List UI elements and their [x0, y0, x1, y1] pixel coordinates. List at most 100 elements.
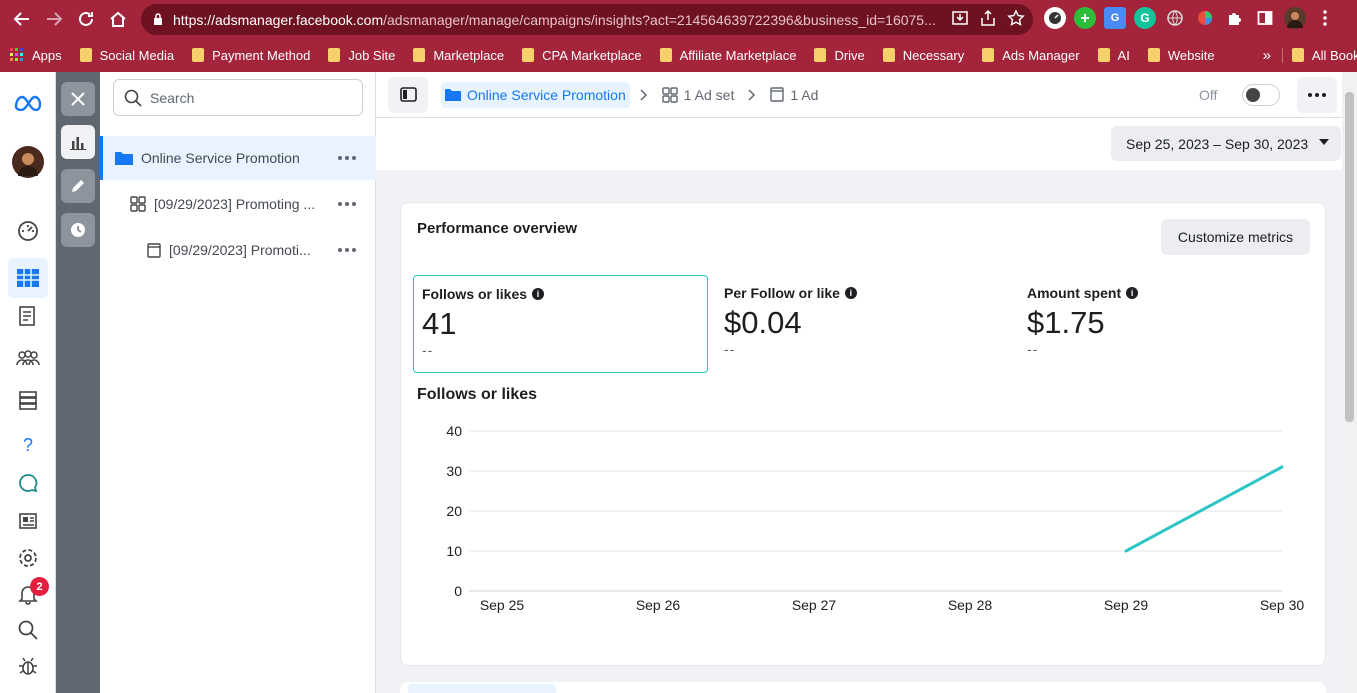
avatar[interactable] [12, 146, 44, 178]
folder-icon [328, 48, 341, 62]
notification-badge: 2 [30, 577, 49, 596]
campaign-on-off-toggle[interactable] [1242, 84, 1280, 106]
profile-avatar-icon[interactable] [1284, 7, 1306, 29]
news-icon[interactable] [12, 505, 44, 537]
bookmark-folder[interactable]: Payment Method [183, 48, 319, 63]
bookmark-folder[interactable]: AI [1089, 48, 1139, 63]
settings-gear-icon[interactable] [12, 542, 44, 574]
bookmark-apps[interactable]: Apps [0, 48, 71, 63]
bookmark-folder[interactable]: CPA Marketplace [513, 48, 650, 63]
reload-icon[interactable] [70, 3, 102, 35]
share-icon[interactable] [979, 9, 997, 27]
folder-icon [115, 151, 133, 166]
metric-comparison: -- [1027, 341, 1039, 357]
puzzle-icon[interactable] [1224, 7, 1246, 29]
x-tick-label: Sep 29 [1104, 597, 1149, 613]
metric-label: Per Follow or like [724, 285, 840, 301]
bookmark-folder[interactable]: Job Site [319, 48, 404, 63]
edit-pencil-icon[interactable] [61, 169, 95, 203]
ads-manager-table-icon[interactable] [8, 258, 48, 298]
history-clock-icon[interactable] [61, 213, 95, 247]
toggle-panel-icon[interactable] [388, 76, 428, 113]
pages-document-icon[interactable] [12, 300, 44, 332]
bookmark-folder[interactable]: Drive [805, 48, 873, 63]
tree-item-ad[interactable]: [09/29/2023] Promoti... [100, 228, 376, 272]
breadcrumb-ad[interactable]: 1 Ad [766, 82, 822, 108]
all-bookmarks-folder[interactable]: All Bookmarks [1281, 47, 1357, 63]
close-icon[interactable] [61, 82, 95, 116]
extension-gauge-icon[interactable] [1044, 7, 1066, 29]
dashboard-gauge-icon[interactable] [12, 215, 44, 247]
search-input[interactable]: Search [113, 79, 363, 116]
breadcrumb-adset[interactable]: 1 Ad set [658, 82, 739, 108]
x-tick-label: Sep 28 [948, 597, 993, 613]
search-icon[interactable] [12, 614, 44, 646]
bookmark-folder[interactable]: Necessary [874, 48, 973, 63]
insights-chart-icon[interactable] [61, 125, 95, 159]
info-icon[interactable]: i [844, 287, 857, 299]
forward-icon[interactable] [38, 3, 70, 35]
more-options-icon[interactable] [338, 156, 356, 160]
ad-page-icon [770, 87, 785, 102]
card-title: Performance overview [417, 220, 578, 237]
customize-metrics-button[interactable]: Customize metrics [1161, 219, 1310, 255]
meta-logo-icon[interactable] [12, 86, 44, 118]
extension-colorful-icon[interactable] [1194, 7, 1216, 29]
x-tick-label: Sep 26 [636, 597, 681, 613]
breadcrumb-label: 1 Ad set [683, 86, 735, 103]
address-bar[interactable]: https://adsmanager.facebook.com/adsmanag… [141, 4, 1033, 35]
grammarly-icon[interactable]: G [1134, 7, 1156, 29]
more-options-button[interactable] [1297, 77, 1337, 113]
bookmark-label: Drive [834, 47, 865, 63]
info-icon[interactable]: i [532, 288, 545, 300]
ad-page-icon [147, 242, 161, 258]
bookmark-folder[interactable]: Marketplace [404, 48, 513, 63]
back-icon[interactable] [6, 3, 38, 35]
bookmark-folder[interactable]: Ads Manager [973, 48, 1088, 63]
bookmark-label: Job Site [348, 47, 396, 63]
audiences-people-icon[interactable] [12, 342, 44, 374]
metric-card-cost-per-follow[interactable]: Per Follow or like i $0.04 -- [716, 275, 1011, 373]
translate-icon[interactable]: G [1104, 7, 1126, 29]
extension-green-icon[interactable] [1074, 7, 1096, 29]
more-bookmarks-button[interactable]: » [1254, 47, 1280, 64]
tree-item-adset[interactable]: [09/29/2023] Promoting ... [100, 182, 376, 226]
date-range-picker[interactable]: Sep 25, 2023 – Sep 30, 2023 [1111, 126, 1341, 161]
bookmark-folder[interactable]: Affiliate Marketplace [651, 48, 806, 63]
kebab-menu-icon[interactable] [1314, 7, 1336, 29]
globe-icon[interactable] [1164, 7, 1186, 29]
tree-item-campaign[interactable]: Online Service Promotion [100, 136, 376, 180]
chat-bubble-icon[interactable] [12, 467, 44, 499]
y-tick-label: 30 [446, 463, 462, 479]
metric-value: $1.75 [1027, 305, 1105, 340]
bookmark-folder[interactable]: Website [1139, 48, 1224, 63]
adset-grid-icon [130, 196, 146, 212]
more-options-icon[interactable] [338, 248, 356, 252]
star-icon[interactable] [1007, 9, 1025, 27]
chevron-right-icon [640, 88, 648, 101]
metric-card-amount-spent[interactable]: Amount spent i $1.75 -- [1019, 275, 1314, 373]
folder-icon [1097, 48, 1110, 62]
tree-item-label: [09/29/2023] Promoting ... [154, 196, 316, 212]
scrollbar-thumb[interactable] [1345, 92, 1354, 422]
chevron-right-icon [748, 88, 756, 101]
apps-grid-icon [10, 48, 24, 62]
bookmark-folder[interactable]: Social Media [71, 48, 183, 63]
bug-report-icon[interactable] [12, 650, 44, 682]
scrollbar[interactable] [1342, 72, 1357, 693]
folder-icon [79, 48, 92, 62]
home-icon[interactable] [102, 3, 134, 35]
install-icon[interactable] [951, 9, 969, 27]
y-tick-label: 0 [454, 583, 462, 599]
bookmarks-bar: Apps Social Media Payment Method Job Sit… [0, 38, 1357, 72]
breadcrumb-campaign[interactable]: Online Service Promotion [441, 81, 630, 108]
follows-line-chart: 0 10 20 30 40 Sep 25 Sep 26 Sep 27 Sep 28 Sep 29 S… [446, 423, 1304, 613]
info-icon[interactable]: i [1126, 287, 1139, 299]
help-question-icon[interactable]: ? [12, 429, 44, 461]
folder-icon [982, 48, 995, 62]
more-options-icon[interactable] [338, 202, 356, 206]
sidepanel-icon[interactable] [1254, 7, 1276, 29]
metric-card-follows[interactable]: Follows or likes i 41 -- [413, 275, 708, 373]
billing-stack-icon[interactable] [12, 385, 44, 417]
breadcrumb-label: Online Service Promotion [467, 86, 626, 103]
